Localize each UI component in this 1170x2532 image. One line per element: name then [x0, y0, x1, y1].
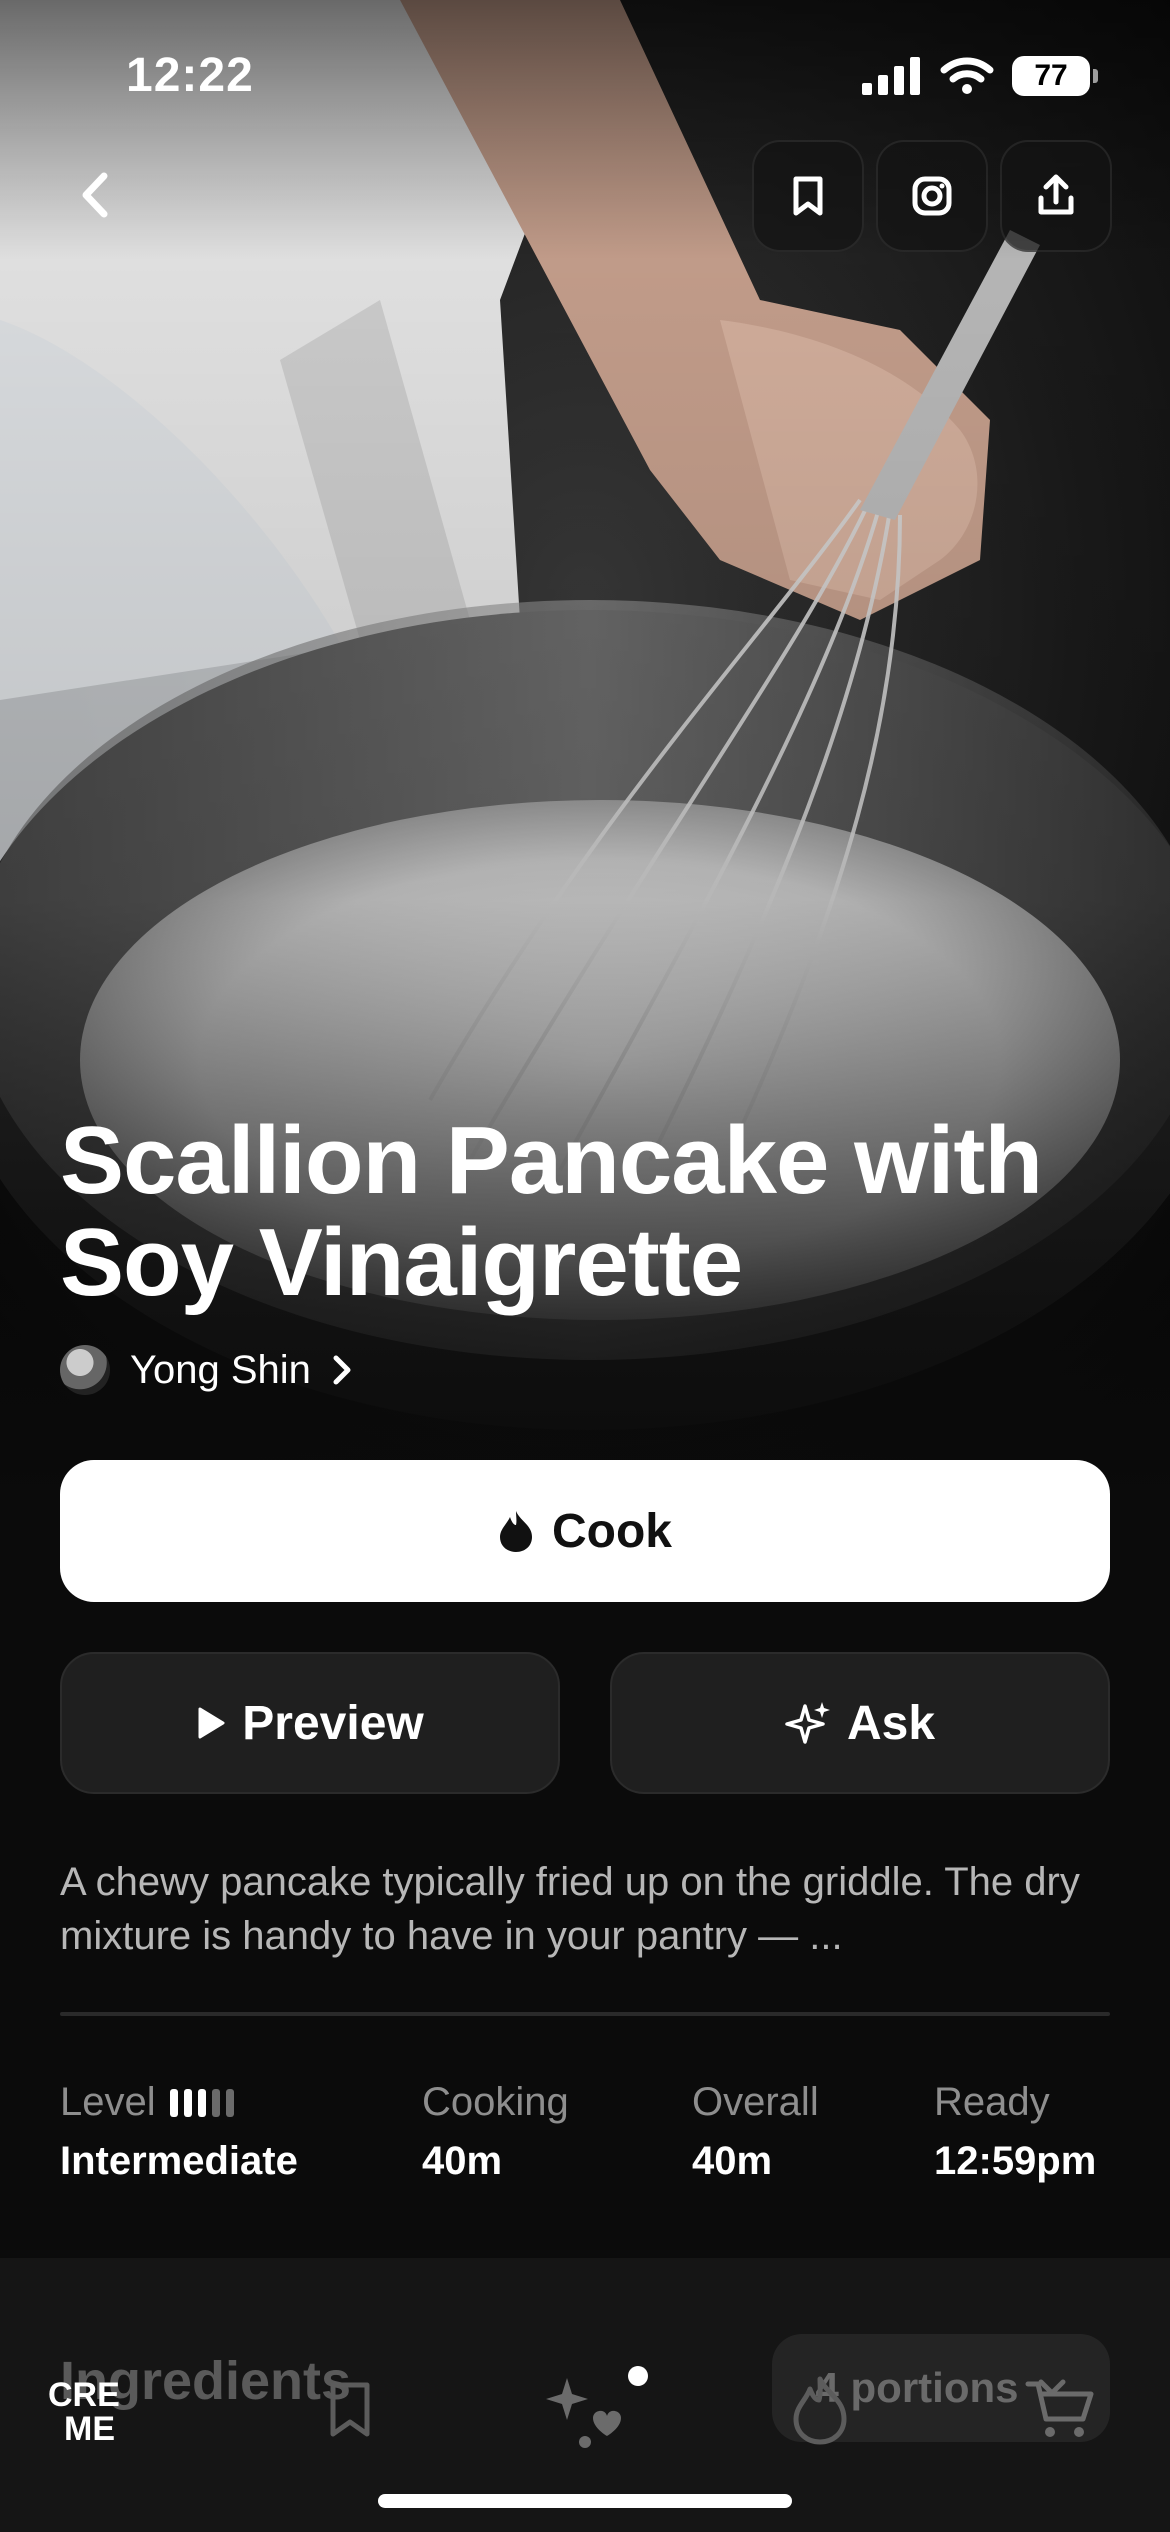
stat-level-value: Intermediate: [60, 2139, 298, 2183]
stat-ready-value: 12:59pm: [934, 2139, 1097, 2183]
tab-bar: CRE ME: [0, 2360, 1170, 2480]
svg-text:CRE: CRE: [48, 2376, 120, 2414]
stat-level: Level Intermediate: [60, 2080, 298, 2184]
flame-icon: [793, 2376, 847, 2445]
tab-cart[interactable]: [1010, 2360, 1110, 2460]
stat-overall-value: 40m: [692, 2139, 773, 2183]
stat-overall: Overall 40m: [692, 2080, 819, 2184]
stat-overall-label: Overall: [692, 2080, 819, 2124]
divider: [60, 2012, 1110, 2016]
bookmark-icon: [330, 2382, 370, 2437]
bookmark-icon: [793, 176, 823, 216]
home-indicator[interactable]: [378, 2494, 792, 2508]
share-icon: [1038, 174, 1074, 215]
cook-button[interactable]: Cook: [60, 1460, 1110, 1602]
notification-dot: [628, 2366, 648, 2386]
difficulty-bars-icon: [169, 2088, 234, 2117]
stat-ready-label: Ready: [934, 2080, 1050, 2124]
recipe-stats: Level Intermediate Cooking 40m Overall 4…: [60, 2080, 1120, 2200]
avatar: [60, 1345, 110, 1395]
sparkle-icon: [785, 1702, 830, 1744]
stat-level-label: Level: [60, 2080, 156, 2124]
tab-cook[interactable]: [770, 2360, 870, 2460]
sparkle-heart-icon: [546, 2378, 621, 2448]
status-bar: 12:22 77: [0, 0, 1170, 150]
battery-indicator: 77: [1012, 56, 1098, 96]
chevron-right-icon: [333, 1355, 351, 1385]
cellular-signal-icon: [862, 57, 920, 95]
preview-button[interactable]: Preview: [60, 1652, 560, 1794]
stat-ready: Ready 12:59pm: [934, 2080, 1096, 2184]
tab-home-logo[interactable]: CRE ME: [42, 2360, 142, 2460]
back-button[interactable]: [60, 160, 130, 230]
top-actions: [752, 140, 1112, 252]
status-icons: 77: [862, 56, 1098, 96]
status-time: 12:22: [126, 49, 254, 102]
author-name: Yong Shin: [130, 1347, 311, 1392]
stat-cooking-value: 40m: [422, 2139, 503, 2183]
recipe-description[interactable]: A chewy pancake typically fried up on th…: [60, 1855, 1120, 1963]
cart-icon: [1025, 2381, 1094, 2437]
recipe-title: Scallion Pancake with Soy Vinaigrette: [60, 1107, 1043, 1316]
chevron-left-icon: [82, 172, 108, 218]
ask-label: Ask: [846, 1696, 936, 1750]
play-icon: [198, 1707, 225, 1739]
svg-text:ME: ME: [64, 2410, 115, 2448]
wifi-icon: [940, 57, 994, 94]
author-link[interactable]: Yong Shin: [60, 1345, 353, 1395]
flame-icon: [500, 1511, 532, 1552]
creme-logo-icon: CRE ME: [48, 2376, 120, 2448]
instagram-icon: [912, 176, 952, 216]
ask-button[interactable]: Ask: [610, 1652, 1110, 1794]
recipe-screen: 12:22 77 Scallion Pancake with Soy Vinai…: [0, 0, 1170, 2532]
share-button[interactable]: [1000, 140, 1112, 252]
stat-cooking-label: Cooking: [422, 2080, 569, 2124]
instagram-button[interactable]: [876, 140, 988, 252]
stat-cooking: Cooking 40m: [422, 2080, 569, 2184]
bookmark-button[interactable]: [752, 140, 864, 252]
preview-label: Preview: [242, 1696, 424, 1750]
tab-saved[interactable]: [300, 2360, 400, 2460]
tab-discover[interactable]: [535, 2360, 635, 2460]
cook-label: Cook: [552, 1504, 672, 1558]
